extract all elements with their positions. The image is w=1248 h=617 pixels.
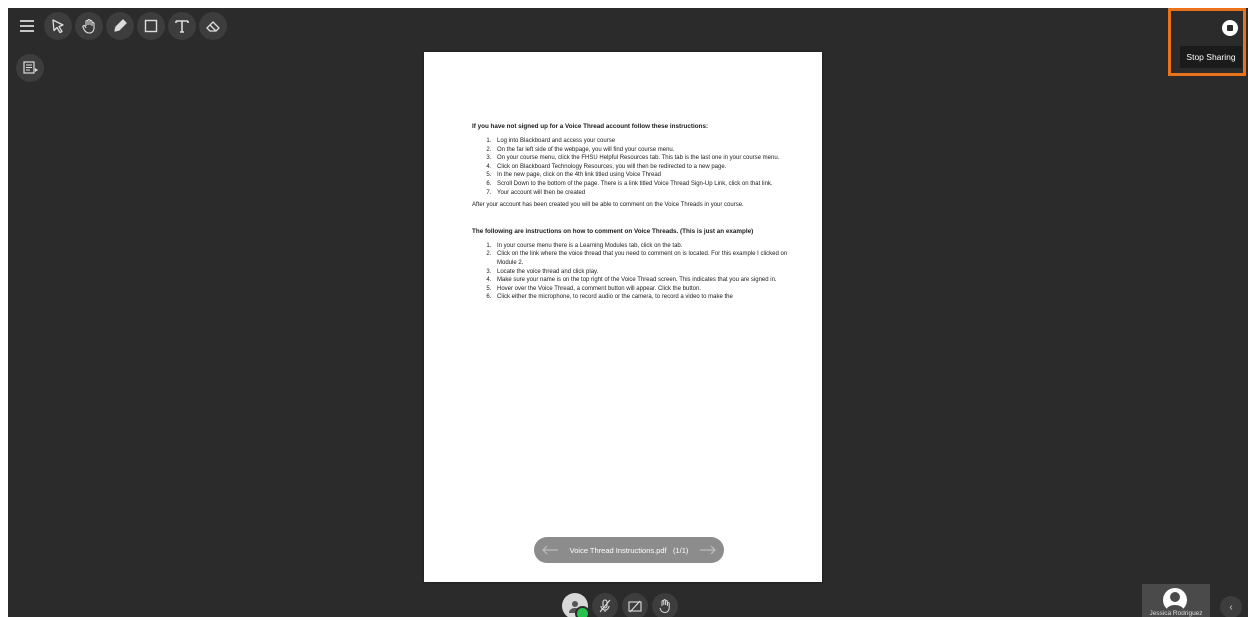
hamburger-menu-icon[interactable]	[13, 12, 41, 40]
section1-steps: Log into Blackboard and access your cour…	[472, 137, 792, 197]
status-online-badge	[575, 606, 590, 617]
page-indicator: (1/1)	[672, 545, 689, 555]
file-name: Voice Thread Instructions.pdf	[569, 545, 667, 555]
list-item: Log into Blackboard and access your cour…	[493, 137, 792, 146]
list-item: Click on Blackboard Technology Resources…	[493, 163, 792, 172]
list-item: On your course menu, click the FHSU Help…	[493, 154, 792, 163]
participant-name: Jessica Rodriguez	[1149, 610, 1203, 617]
stop-sharing-icon[interactable]	[1222, 20, 1238, 36]
eraser-icon[interactable]	[199, 12, 227, 40]
text-tool-icon[interactable]	[168, 12, 196, 40]
collaborate-stage: If you have not signed up for a Voice Th…	[8, 8, 1248, 617]
previous-page-arrow-icon[interactable]	[540, 543, 560, 557]
shared-pdf-page: If you have not signed up for a Voice Th…	[424, 52, 822, 582]
list-item: Scroll Down to the bottom of the page. T…	[493, 180, 792, 189]
next-page-arrow-icon[interactable]	[698, 543, 718, 557]
camera-off-icon[interactable]	[622, 593, 648, 617]
pencil-icon[interactable]	[106, 12, 134, 40]
stop-sharing-tooltip[interactable]: Stop Sharing	[1180, 46, 1242, 68]
file-label: Voice Thread Instructions.pdf (1/1)	[570, 546, 689, 555]
section2-title: The following are instructions on how to…	[472, 227, 754, 235]
list-item: In the new page, click on the 4th link t…	[493, 171, 792, 180]
list-item: Locate the voice thread and click play.	[493, 268, 792, 277]
avatar	[1163, 588, 1187, 612]
list-item: On the far left side of the webpage, you…	[493, 146, 792, 155]
collapse-panel-button[interactable]: ‹	[1220, 596, 1242, 617]
participant-tile[interactable]: Jessica Rodriguez	[1142, 584, 1210, 617]
list-item: Click on the link where the voice thread…	[493, 250, 792, 267]
section1-footer: After your account has been created you …	[472, 202, 744, 209]
session-controls	[562, 593, 678, 617]
raise-hand-icon[interactable]	[652, 593, 678, 617]
hand-pan-icon[interactable]	[75, 12, 103, 40]
section1-title: If you have not signed up for a Voice Th…	[472, 123, 709, 130]
section2-steps: In your course menu there is a Learning …	[472, 242, 792, 302]
annotation-toolbar	[13, 12, 227, 40]
my-avatar-icon[interactable]	[562, 593, 590, 617]
screen-share-view-icon[interactable]	[16, 54, 44, 82]
list-item: Hover over the Voice Thread, a comment b…	[493, 285, 792, 294]
file-navigation-bar: Voice Thread Instructions.pdf (1/1)	[534, 537, 724, 563]
list-item: Your account will then be created	[493, 189, 792, 198]
microphone-muted-icon[interactable]	[592, 593, 618, 617]
list-item: Make sure your name is on the top right …	[493, 276, 792, 285]
pointer-arrow-icon[interactable]	[44, 12, 72, 40]
list-item: In your course menu there is a Learning …	[493, 242, 792, 251]
rectangle-icon[interactable]	[137, 12, 165, 40]
list-item: Click either the microphone, to record a…	[493, 293, 792, 302]
pdf-content: If you have not signed up for a Voice Th…	[472, 123, 792, 306]
